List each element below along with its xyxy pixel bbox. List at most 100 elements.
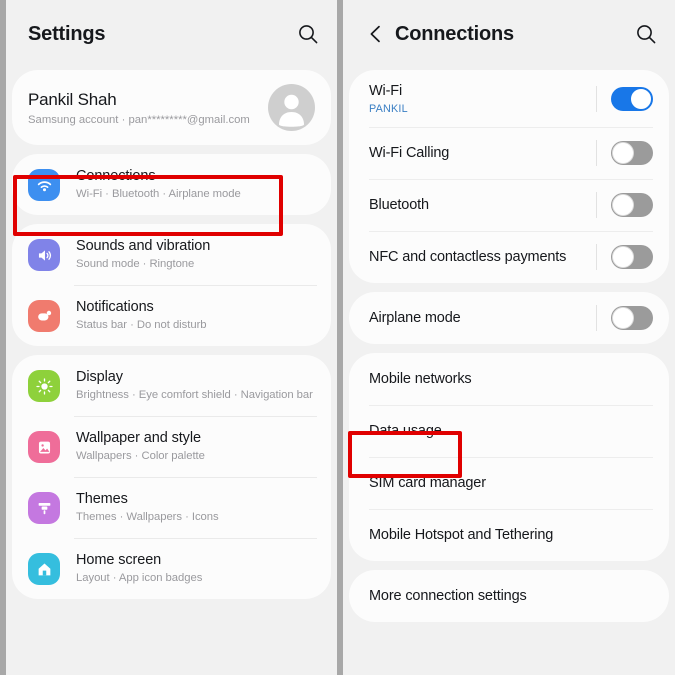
connections-item-title: SIM card manager (369, 475, 486, 491)
wifi-toggle-wrap (582, 85, 653, 112)
nfc-text: NFC and contactless payments (369, 236, 582, 278)
more-connection-settings-text: More connection settings (369, 575, 653, 617)
brightness-sun-icon (35, 377, 53, 395)
account-card[interactable]: Pankil Shah Samsung account · pan*******… (12, 70, 331, 145)
settings-item-sounds-and-vibration[interactable]: Sounds and vibration Sound mode · Ringto… (12, 224, 331, 285)
toggle-divider (596, 244, 597, 270)
settings-item-title: Notifications (76, 299, 154, 315)
settings-item-title: Sounds and vibration (76, 238, 211, 254)
wifi-text: Wi-Fi PANKIL (369, 70, 582, 127)
back-chevron-icon[interactable] (365, 23, 387, 45)
settings-item-home-screen[interactable]: Home screen Layout · App icon badges (12, 538, 331, 599)
mobile-networks-text: Mobile networks (369, 358, 653, 400)
nfc-toggle-wrap (582, 244, 653, 270)
home-screen-text: Home screen Layout · App icon badges (76, 551, 317, 586)
mobile-network-card: Mobile networks Data usage SIM card mana… (349, 353, 669, 561)
settings-item-subtitle: Wi-Fi · Bluetooth · Airplane mode (76, 188, 241, 200)
sounds-notifications-card: Sounds and vibration Sound mode · Ringto… (12, 224, 331, 346)
settings-item-title: Themes (76, 491, 128, 507)
connections-item-wi-fi[interactable]: Wi-Fi PANKIL (349, 70, 669, 127)
account-name: Pankil Shah (28, 89, 117, 109)
bluetooth-text: Bluetooth (369, 184, 582, 226)
wifi-icon (37, 180, 51, 191)
search-button[interactable] (619, 23, 657, 45)
search-button[interactable] (281, 23, 319, 45)
speaker-icon-badge (28, 239, 60, 271)
home-icon (38, 562, 50, 575)
wifi-calling-toggle[interactable] (611, 141, 653, 165)
avatar[interactable] (268, 84, 315, 131)
airplane-mode-card: Airplane mode (349, 292, 669, 344)
data-usage-text: Data usage (369, 410, 653, 452)
toggle-divider (596, 140, 597, 166)
page-title: Connections (395, 22, 514, 45)
account-text: Pankil Shah Samsung account · pan*******… (28, 88, 268, 128)
airplane-toggle-wrap (582, 305, 653, 331)
settings-item-notifications[interactable]: Notifications Status bar · Do not distur… (12, 285, 331, 346)
settings-item-wallpaper-and-style[interactable]: Wallpaper and style Wallpapers · Color p… (12, 416, 331, 477)
toggle-knob (612, 142, 634, 164)
settings-item-themes[interactable]: Themes Themes · Wallpapers · Icons (12, 477, 331, 538)
display-text: Display Brightness · Eye comfort shield … (76, 368, 317, 403)
connections-item-mobile-networks[interactable]: Mobile networks (349, 353, 669, 405)
mobile-hotspot-text: Mobile Hotspot and Tethering (369, 514, 653, 556)
settings-item-connections[interactable]: Connections Wi-Fi · Bluetooth · Airplane… (12, 154, 331, 215)
connections-text: Connections Wi-Fi · Bluetooth · Airplane… (76, 167, 317, 202)
connections-card[interactable]: Connections Wi-Fi · Bluetooth · Airplane… (12, 154, 331, 215)
settings-header: Settings (6, 0, 337, 68)
connections-item-bluetooth[interactable]: Bluetooth (349, 179, 669, 231)
samsung-account-row[interactable]: Pankil Shah Samsung account · pan*******… (12, 70, 331, 145)
sim-card-manager-text: SIM card manager (369, 462, 653, 504)
nfc-toggle[interactable] (611, 245, 653, 269)
settings-item-subtitle: Themes · Wallpapers · Icons (76, 511, 219, 523)
airplane-mode-toggle[interactable] (611, 306, 653, 330)
page-title: Settings (28, 22, 106, 45)
settings-item-subtitle: Wallpapers · Color palette (76, 450, 205, 462)
toggle-divider (596, 192, 597, 218)
connections-header: Connections (343, 0, 675, 68)
connections-item-mobile-hotspot-and-tethering[interactable]: Mobile Hotspot and Tethering (349, 509, 669, 561)
toggle-divider (596, 85, 597, 112)
wifi-network-name: PANKIL (369, 103, 408, 115)
toggle-knob (630, 87, 652, 110)
connections-item-title: NFC and contactless payments (369, 249, 567, 265)
connections-item-title: Wi-Fi Calling (369, 145, 450, 161)
settings-item-title: Home screen (76, 552, 162, 568)
bluetooth-toggle-wrap (582, 192, 653, 218)
toggle-knob (612, 307, 634, 329)
settings-item-title: Wallpaper and style (76, 430, 201, 446)
notifications-text: Notifications Status bar · Do not distur… (76, 298, 317, 333)
account-subtitle: Samsung account · pan*********@gmail.com (28, 113, 250, 126)
themes-text: Themes Themes · Wallpapers · Icons (76, 490, 317, 525)
settings-item-display[interactable]: Display Brightness · Eye comfort shield … (12, 355, 331, 416)
notification-bubble-icon (37, 310, 51, 320)
bluetooth-toggle[interactable] (611, 193, 653, 217)
connections-item-title: More connection settings (369, 588, 527, 604)
sounds-text: Sounds and vibration Sound mode · Ringto… (76, 237, 317, 272)
connections-item-nfc[interactable]: NFC and contactless payments (349, 231, 669, 283)
connections-item-wi-fi-calling[interactable]: Wi-Fi Calling (349, 127, 669, 179)
dual-screenshot-container: Settings Pankil Shah Samsung account · p… (0, 0, 675, 675)
connections-item-title: Airplane mode (369, 310, 461, 326)
settings-item-subtitle: Layout · App icon badges (76, 572, 203, 584)
search-icon (637, 25, 656, 44)
more-settings-card: More connection settings (349, 570, 669, 622)
settings-item-title: Connections (76, 168, 156, 184)
connections-item-data-usage[interactable]: Data usage (349, 405, 669, 457)
personalization-card: Display Brightness · Eye comfort shield … (12, 355, 331, 599)
connections-item-title: Wi-Fi (369, 83, 403, 99)
image-picture-icon (38, 441, 50, 454)
toggle-divider (596, 305, 597, 331)
wifi-calling-text: Wi-Fi Calling (369, 132, 582, 174)
connections-item-more-connection-settings[interactable]: More connection settings (349, 570, 669, 622)
toggle-knob (612, 246, 634, 268)
settings-item-title: Display (76, 369, 123, 385)
connections-item-sim-card-manager[interactable]: SIM card manager (349, 457, 669, 509)
settings-item-subtitle: Sound mode · Ringtone (76, 258, 195, 270)
wifi-toggle[interactable] (611, 86, 653, 111)
connections-item-title: Mobile Hotspot and Tethering (369, 527, 554, 543)
connections-item-airplane-mode[interactable]: Airplane mode (349, 292, 669, 344)
airplane-mode-text: Airplane mode (369, 297, 582, 339)
person-avatar-icon (279, 94, 304, 127)
connections-item-title: Data usage (369, 423, 442, 439)
